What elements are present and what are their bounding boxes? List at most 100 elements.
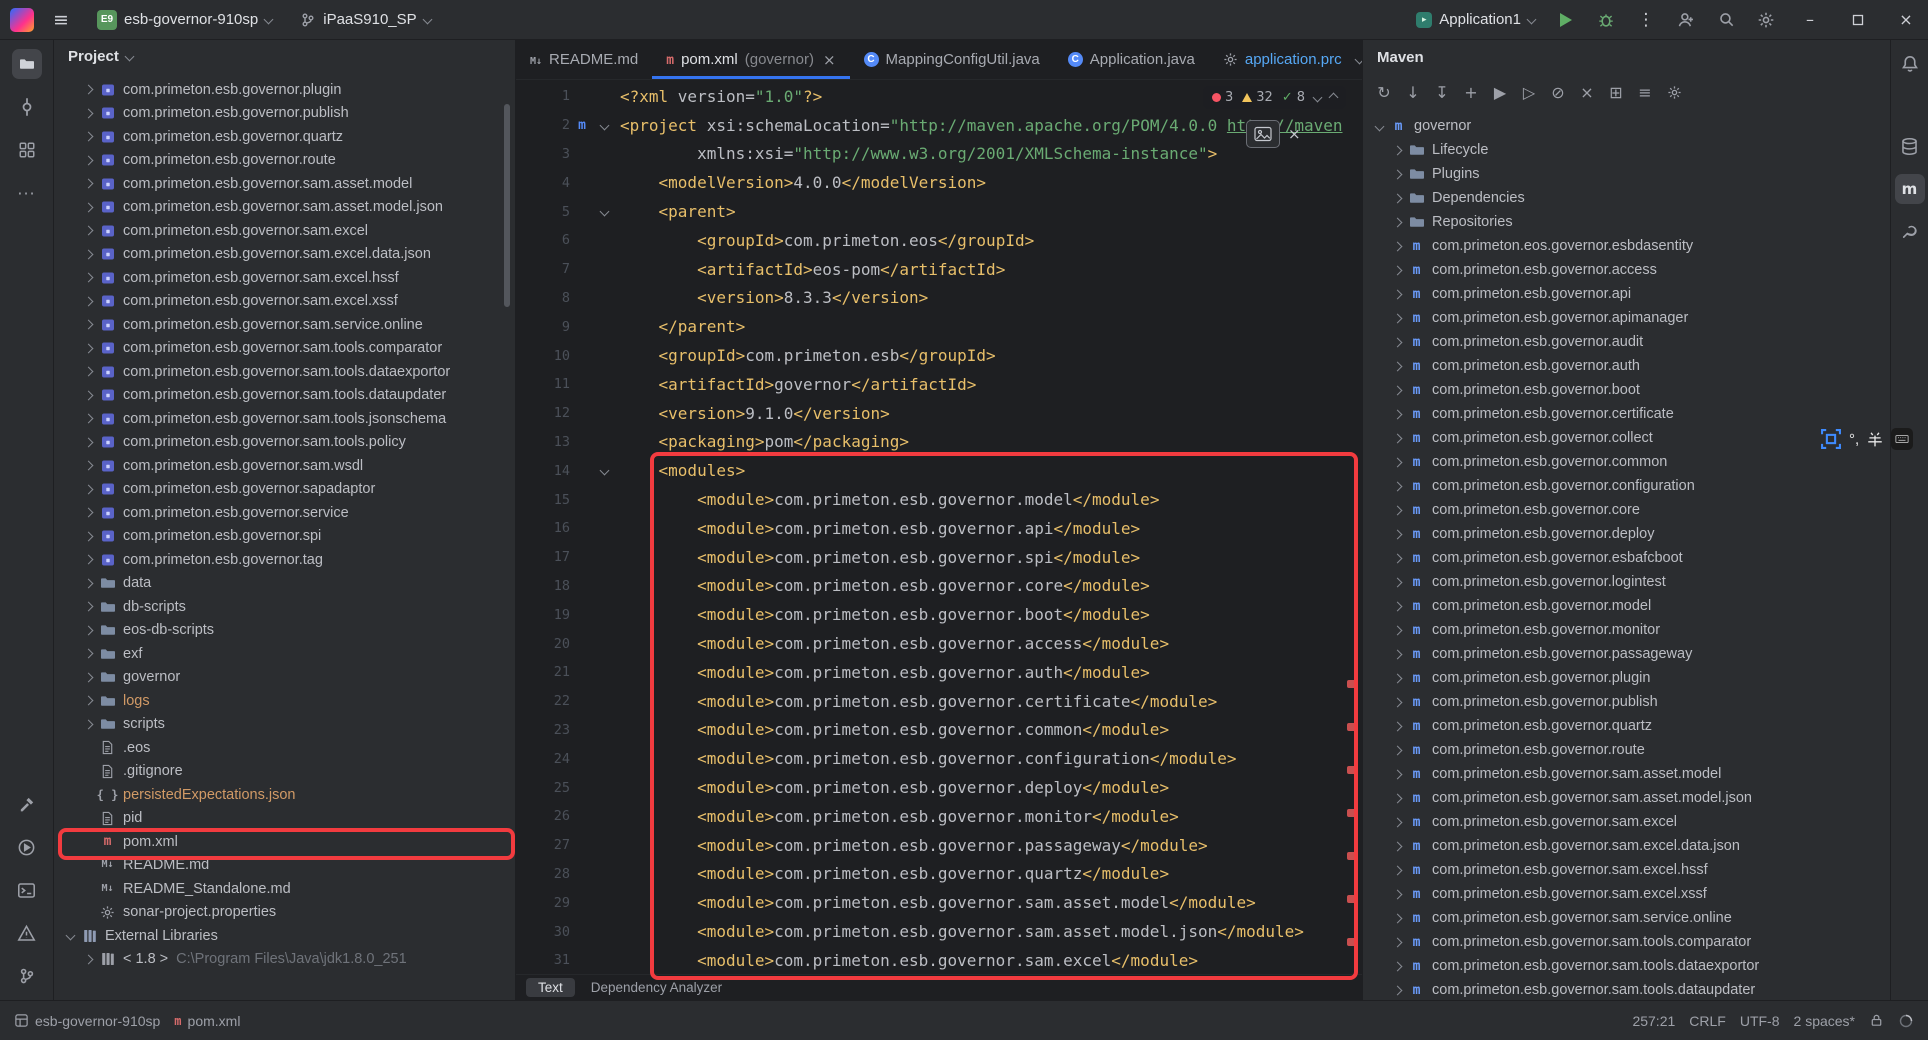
maven-tree-item[interactable]: mcom.primeton.esb.governor.monitor xyxy=(1363,618,1890,642)
run-config-widget[interactable]: ▸ Application1 xyxy=(1407,6,1544,33)
chevron-right-icon[interactable] xyxy=(1388,243,1406,250)
project-tree-item[interactable]: governor xyxy=(54,666,515,690)
chevron-right-icon[interactable] xyxy=(79,227,97,234)
code-line-26[interactable]: 26 <module>com.primeton.esb.governor.mon… xyxy=(516,802,1362,831)
chevron-right-icon[interactable] xyxy=(1388,915,1406,922)
chevron-right-icon[interactable] xyxy=(1388,171,1406,178)
code-line-28[interactable]: 28 <module>com.primeton.esb.governor.qua… xyxy=(516,860,1362,889)
gradle-icon[interactable] xyxy=(1895,217,1925,247)
file-encoding[interactable]: UTF-8 xyxy=(1740,1013,1780,1029)
code-line-8[interactable]: 8 <version>8.3.3</version> xyxy=(516,284,1362,313)
project-panel-header[interactable]: Project xyxy=(54,40,515,73)
code-line-23[interactable]: 23 <module>com.primeton.esb.governor.com… xyxy=(516,716,1362,745)
chevron-right-icon[interactable] xyxy=(1388,579,1406,586)
error-stripe-mark[interactable] xyxy=(1347,766,1356,774)
chevron-right-icon[interactable] xyxy=(1388,363,1406,370)
notifications-bell-icon[interactable] xyxy=(1895,49,1925,79)
maven-panel-header[interactable]: Maven xyxy=(1363,40,1890,74)
chevron-right-icon[interactable] xyxy=(79,439,97,446)
editor-tab-application.prc[interactable]: application.prc xyxy=(1209,40,1356,79)
maven-tree-item[interactable]: mcom.primeton.esb.governor.passageway xyxy=(1363,642,1890,666)
project-tree-item[interactable]: com.primeton.esb.governor.sam.tools.poli… xyxy=(54,431,515,455)
chevron-right-icon[interactable] xyxy=(1388,771,1406,778)
project-tree-item[interactable]: com.primeton.esb.governor.plugin xyxy=(54,78,515,102)
maven-tree-item[interactable]: mcom.primeton.esb.governor.publish xyxy=(1363,690,1890,714)
chevron-right-icon[interactable] xyxy=(1388,459,1406,466)
project-tree-item[interactable]: com.primeton.esb.governor.sam.service.on… xyxy=(54,313,515,337)
project-tree-item[interactable]: M↓README_Standalone.md xyxy=(54,877,515,901)
chevron-right-icon[interactable] xyxy=(1388,603,1406,610)
maven-tree-item[interactable]: mcom.primeton.esb.governor.model xyxy=(1363,594,1890,618)
chevron-right-icon[interactable] xyxy=(1388,195,1406,202)
chevron-right-icon[interactable] xyxy=(1388,147,1406,154)
code-line-27[interactable]: 27 <module>com.primeton.esb.governor.pas… xyxy=(516,831,1362,860)
chevron-right-icon[interactable] xyxy=(1388,819,1406,826)
chevron-right-icon[interactable] xyxy=(79,204,97,211)
error-stripe-mark[interactable] xyxy=(1347,852,1356,860)
commit-icon[interactable] xyxy=(12,92,42,122)
maven-tree-item[interactable]: mcom.primeton.esb.governor.configuration xyxy=(1363,474,1890,498)
maven-tree-item[interactable]: mcom.primeton.esb.governor.sam.asset.mod… xyxy=(1363,762,1890,786)
version-control-icon[interactable] xyxy=(12,961,42,991)
code-with-me-button[interactable] xyxy=(1668,5,1704,35)
project-tree-item[interactable]: logs xyxy=(54,689,515,713)
project-tree-item[interactable]: data xyxy=(54,572,515,596)
project-tree-item[interactable]: com.primeton.esb.governor.sam.excel xyxy=(54,219,515,243)
maven-settings-icon[interactable] xyxy=(1661,79,1687,105)
close-annotation-icon[interactable]: × xyxy=(1288,125,1301,143)
chevron-right-icon[interactable] xyxy=(79,486,97,493)
chevron-right-icon[interactable] xyxy=(79,674,97,681)
screenshot-image-icon[interactable] xyxy=(1246,120,1280,148)
chevron-right-icon[interactable] xyxy=(1388,963,1406,970)
chevron-right-icon[interactable] xyxy=(1388,843,1406,850)
services-icon[interactable] xyxy=(12,832,42,862)
skip-tests-icon[interactable]: ⊘ xyxy=(1545,79,1571,105)
code-line-6[interactable]: 6 <groupId>com.primeton.eos</groupId> xyxy=(516,226,1362,255)
chevron-right-icon[interactable] xyxy=(79,462,97,469)
view-tab-Dependency Analyzer[interactable]: Dependency Analyzer xyxy=(579,978,734,997)
project-tree-item[interactable]: scripts xyxy=(54,713,515,737)
code-line-9[interactable]: 9 </parent> xyxy=(516,312,1362,341)
project-tree-item[interactable]: com.primeton.esb.governor.sam.wsdl xyxy=(54,454,515,478)
project-tree-item[interactable]: com.primeton.esb.governor.sam.asset.mode… xyxy=(54,196,515,220)
project-tree-item[interactable]: com.primeton.esb.governor.sam.tools.data… xyxy=(54,360,515,384)
chevron-right-icon[interactable] xyxy=(79,721,97,728)
chevron-right-icon[interactable] xyxy=(79,180,97,187)
chevron-right-icon[interactable] xyxy=(1388,627,1406,634)
maven-tree-item[interactable]: mcom.primeton.esb.governor.deploy xyxy=(1363,522,1890,546)
ime-halfwidth-icon[interactable] xyxy=(1866,430,1884,448)
chevron-right-icon[interactable] xyxy=(1388,339,1406,346)
project-tree-item[interactable]: com.primeton.esb.governor.tag xyxy=(54,548,515,572)
editor-tab-README.md[interactable]: M↓README.md xyxy=(516,40,652,79)
chevron-down-icon[interactable] xyxy=(61,932,79,939)
code-line-24[interactable]: 24 <module>com.primeton.esb.governor.con… xyxy=(516,744,1362,773)
execute-maven-goal-icon[interactable]: ▷ xyxy=(1516,79,1542,105)
vcs-branch-widget[interactable]: iPaaS910_SP xyxy=(291,6,439,33)
chevron-right-icon[interactable] xyxy=(79,603,97,610)
maven-tree-item[interactable]: mcom.primeton.esb.governor.sam.tools.dat… xyxy=(1363,978,1890,1000)
maven-tree-item[interactable]: mcom.primeton.esb.governor.sam.excel.dat… xyxy=(1363,834,1890,858)
chevron-right-icon[interactable] xyxy=(1388,291,1406,298)
error-stripe-mark[interactable] xyxy=(1347,680,1356,688)
chevron-right-icon[interactable] xyxy=(79,533,97,540)
status-file-widget[interactable]: m pom.xml xyxy=(174,1013,240,1029)
project-tree-item[interactable]: pid xyxy=(54,807,515,831)
code-line-3[interactable]: 3 xmlns:xsi="http://www.w3.org/2001/XMLS… xyxy=(516,140,1362,169)
more-actions-kebab-icon[interactable]: ⋮ xyxy=(1628,5,1664,35)
maven-tree-item[interactable]: mcom.primeton.esb.governor.sam.service.o… xyxy=(1363,906,1890,930)
chevron-down-icon[interactable] xyxy=(1370,123,1388,130)
capture-tool-icon[interactable] xyxy=(1820,428,1842,450)
maven-tree-item[interactable]: mcom.primeton.esb.governor.plugin xyxy=(1363,666,1890,690)
run-button[interactable] xyxy=(1548,5,1584,35)
lock-icon[interactable] xyxy=(1869,1013,1884,1028)
chevron-right-icon[interactable] xyxy=(1388,531,1406,538)
editor-tab-pom.xml[interactable]: mpom.xml(governor)× xyxy=(652,40,849,79)
ime-status-widget[interactable]: °, xyxy=(1820,428,1913,450)
line-separator[interactable]: CRLF xyxy=(1689,1013,1726,1029)
chevron-right-icon[interactable] xyxy=(79,321,97,328)
code-line-17[interactable]: 17 <module>com.primeton.esb.governor.spi… xyxy=(516,543,1362,572)
project-tree-item[interactable]: com.primeton.esb.governor.quartz xyxy=(54,125,515,149)
project-tree-item[interactable]: com.primeton.esb.governor.spi xyxy=(54,525,515,549)
next-problem-icon[interactable] xyxy=(1313,93,1323,103)
code-line-16[interactable]: 16 <module>com.primeton.esb.governor.api… xyxy=(516,514,1362,543)
